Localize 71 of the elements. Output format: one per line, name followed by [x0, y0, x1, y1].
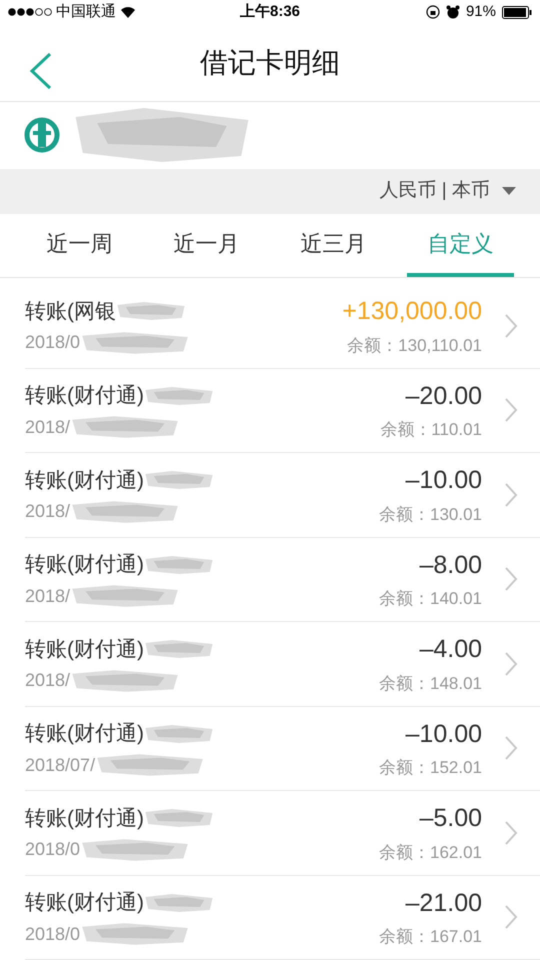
transaction-title: 转账(财付通) — [25, 721, 144, 747]
transaction-title: 转账(财付通) — [25, 890, 144, 916]
redaction-scribble — [144, 892, 214, 913]
transaction-row[interactable]: 转账(财付通) 2018/ –20.00 余额：110.01 — [25, 368, 540, 453]
redaction-scribble — [144, 470, 214, 490]
back-chevron-icon — [28, 52, 54, 90]
redaction-scribble — [144, 724, 214, 744]
battery-icon — [502, 6, 532, 19]
transaction-amount: –10.00 — [406, 718, 482, 750]
balance-text: 余额：140.01 — [379, 588, 482, 610]
transaction-date: 2018/0 — [25, 838, 80, 861]
battery-percent: 91% — [466, 2, 496, 22]
chevron-right-icon — [504, 904, 518, 930]
balance-text: 余额：130.01 — [379, 504, 482, 526]
redaction-scribble — [144, 639, 214, 660]
transaction-amount: +130,000.00 — [342, 296, 482, 328]
chevron-right-icon — [504, 482, 518, 508]
rotation-lock-icon — [426, 5, 440, 20]
transaction-title: 转账(财付通) — [25, 806, 144, 832]
dropdown-caret-icon — [502, 187, 516, 196]
balance-text: 余额：148.01 — [379, 672, 482, 695]
transaction-row[interactable]: 转账(网银 2018/0 +130,000.00 余额：130,110.01 — [25, 284, 540, 368]
transaction-amount: –21.00 — [406, 888, 482, 919]
transaction-date: 2018/ — [25, 500, 70, 523]
wifi-icon — [120, 6, 136, 18]
redaction-scribble — [144, 808, 214, 828]
transaction-title: 转账(财付通) — [25, 383, 144, 409]
transaction-amount: –8.00 — [419, 550, 482, 581]
transaction-row[interactable]: 转账(财付通) 2018/ –10.00 余额：130.01 — [25, 453, 540, 538]
balance-text: 余额：162.01 — [379, 842, 482, 864]
transaction-amount: –4.00 — [419, 634, 482, 666]
balance-text: 余额：130,110.01 — [347, 334, 482, 357]
chevron-right-icon — [504, 735, 518, 762]
transaction-row[interactable]: 转账(财付通) 2018/0 –5.00 余额：162.01 — [25, 791, 540, 876]
balance-text: 余额：152.01 — [379, 757, 482, 780]
balance-text: 余额：167.01 — [379, 926, 482, 948]
carrier-name: 中国联通 — [56, 2, 116, 22]
transaction-date: 2018/ — [25, 584, 70, 608]
transaction-date: 2018/ — [25, 416, 70, 438]
period-tab[interactable]: 近一周 — [26, 214, 133, 278]
transaction-date: 2018/0 — [25, 922, 80, 946]
chevron-right-icon — [504, 650, 518, 677]
transaction-title: 转账(网银 — [25, 298, 116, 324]
transaction-title: 转账(财付通) — [25, 636, 144, 662]
signal-icon — [8, 8, 52, 16]
redaction-scribble — [144, 386, 214, 406]
chevron-right-icon — [504, 566, 518, 592]
transaction-date: 2018/0 — [25, 331, 80, 354]
redaction-scribble — [144, 554, 214, 575]
transaction-amount: –10.00 — [406, 465, 482, 496]
transaction-amount: –20.00 — [406, 380, 482, 412]
transaction-row[interactable]: 转账(财付通) 2018/ –8.00 余额：140.01 — [25, 538, 540, 622]
transaction-title: 转账(财付通) — [25, 468, 144, 494]
transaction-title: 转账(财付通) — [25, 552, 144, 578]
transaction-row[interactable]: 转账(财付通) 2018/ –4.00 余额：148.01 — [25, 622, 540, 706]
period-tab[interactable]: 近三月 — [280, 214, 387, 278]
currency-dropdown[interactable]: 人民币 | 本币 — [380, 176, 516, 206]
chevron-right-icon — [504, 397, 518, 424]
clock-time: 上午8:36 — [240, 2, 300, 22]
chevron-right-icon — [504, 312, 518, 339]
transaction-row[interactable]: 转账(财付通) 2018/07/ –10.00 余额：152.01 — [25, 706, 540, 791]
transaction-date: 2018/ — [25, 669, 70, 692]
page-title: 借记卡明细 — [200, 46, 340, 80]
transaction-date: 2018/07/ — [25, 754, 96, 776]
balance-text: 余额：110.01 — [380, 419, 482, 442]
chevron-right-icon — [504, 820, 518, 846]
redaction-scribble — [116, 301, 186, 322]
transaction-amount: –5.00 — [419, 803, 482, 834]
bank-logo-icon — [24, 117, 60, 154]
transaction-row[interactable]: 转账(财付通) 2018/0 –21.00 余额：167.01 — [25, 876, 540, 960]
period-tab[interactable]: 近一月 — [153, 214, 260, 278]
